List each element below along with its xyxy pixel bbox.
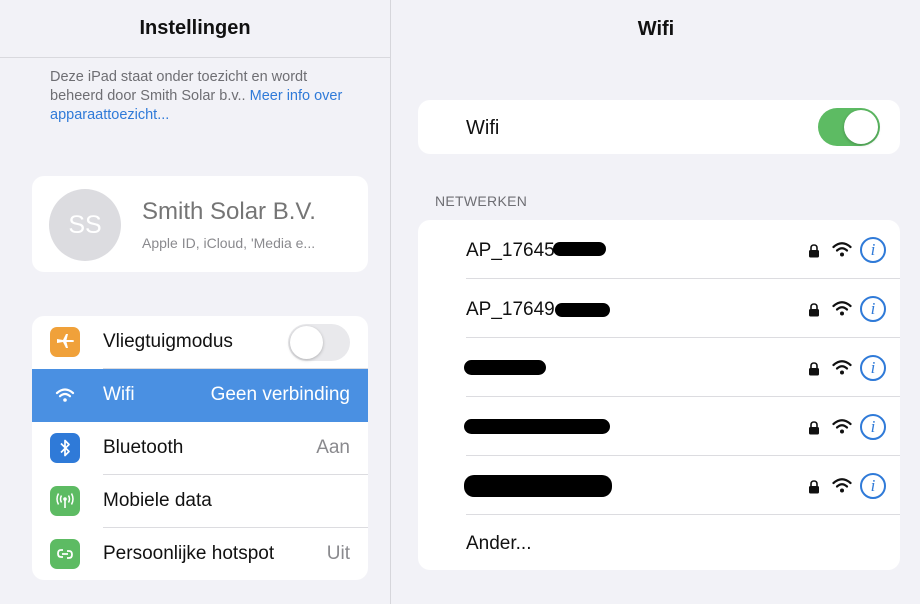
- info-icon[interactable]: i: [860, 473, 886, 499]
- info-icon[interactable]: i: [860, 237, 886, 263]
- lock-icon: [809, 362, 819, 376]
- wifi-label: Wifi: [466, 117, 500, 139]
- settings-sidebar: Instellingen Deze iPad staat onder toezi…: [0, 0, 391, 604]
- sidebar-item-label: Persoonlijke hotspot: [103, 543, 275, 564]
- network-name: AP_17645: [466, 240, 555, 261]
- redaction-mark: [464, 475, 612, 497]
- supervision-notice: Deze iPad staat onder toezicht en wordt …: [50, 68, 360, 125]
- network-row[interactable]: i: [418, 456, 900, 515]
- airplane-mode-toggle[interactable]: [288, 324, 350, 361]
- network-row[interactable]: AP_17649 i: [418, 279, 900, 338]
- sidebar-item-value: Aan: [316, 437, 350, 458]
- networks-section-header: NETWERKEN: [435, 193, 528, 209]
- sidebar-item-value: Uit: [326, 543, 350, 564]
- lock-icon: [809, 421, 819, 435]
- wifi-signal-icon: [832, 419, 852, 434]
- network-row[interactable]: AP_17645 i: [418, 220, 900, 279]
- wifi-toggle-card: Wifi: [418, 100, 900, 154]
- redaction-mark: [553, 242, 606, 256]
- sidebar-item-label: Wifi: [103, 384, 135, 405]
- networks-list: AP_17645 i AP_17649 i i i i Ander...: [418, 220, 900, 570]
- connectivity-settings-group: Vliegtuigmodus Wifi Geen verbinding Blue…: [32, 316, 368, 580]
- toggle-knob: [844, 110, 878, 144]
- other-network-row[interactable]: Ander...: [418, 515, 900, 570]
- sidebar-item-label: Vliegtuigmodus: [103, 331, 233, 352]
- sidebar-item-mobile-data[interactable]: Mobiele data: [32, 475, 368, 528]
- wifi-signal-icon: [832, 301, 852, 316]
- wifi-signal-icon: [832, 360, 852, 375]
- profile-name: Smith Solar B.V.: [142, 198, 316, 225]
- sidebar-title: Instellingen: [0, 0, 390, 58]
- sidebar-item-label: Bluetooth: [103, 437, 184, 458]
- sidebar-item-wifi[interactable]: Wifi Geen verbinding: [32, 369, 368, 422]
- wifi-signal-icon: [832, 478, 852, 493]
- apple-id-profile[interactable]: SS Smith Solar B.V. Apple ID, iCloud, 'M…: [32, 176, 368, 272]
- profile-subtitle: Apple ID, iCloud, 'Media e...: [142, 235, 316, 251]
- network-row[interactable]: i: [418, 338, 900, 397]
- hotspot-icon: [50, 539, 80, 569]
- sidebar-item-bluetooth[interactable]: Bluetooth Aan: [32, 422, 368, 475]
- lock-icon: [809, 480, 819, 494]
- wifi-toggle[interactable]: [818, 108, 880, 146]
- lock-icon: [809, 244, 819, 258]
- wifi-signal-icon: [832, 242, 852, 257]
- airplane-icon: [50, 327, 80, 357]
- other-network-label: Ander...: [466, 533, 532, 554]
- page-title: Wifi: [637, 17, 675, 40]
- info-icon[interactable]: i: [860, 355, 886, 381]
- sidebar-item-value: Geen verbinding: [210, 384, 350, 405]
- antenna-icon: [50, 486, 80, 516]
- avatar: SS: [49, 189, 121, 261]
- info-icon[interactable]: i: [860, 296, 886, 322]
- sidebar-item-personal-hotspot[interactable]: Persoonlijke hotspot Uit: [32, 528, 368, 580]
- sidebar-item-label: Mobiele data: [103, 490, 212, 511]
- lock-icon: [809, 303, 819, 317]
- sidebar-item-airplane-mode[interactable]: Vliegtuigmodus: [32, 316, 368, 369]
- wifi-icon: [50, 380, 80, 410]
- info-icon[interactable]: i: [860, 414, 886, 440]
- network-name: AP_17649: [466, 299, 555, 320]
- toggle-knob: [290, 326, 323, 359]
- redaction-mark: [464, 360, 546, 375]
- redaction-mark: [555, 303, 610, 317]
- network-row[interactable]: i: [418, 397, 900, 456]
- wifi-detail-pane: Wifi Wifi NETWERKEN AP_17645 i AP_17649 …: [392, 0, 920, 604]
- bluetooth-icon: [50, 433, 80, 463]
- redaction-mark: [464, 419, 610, 434]
